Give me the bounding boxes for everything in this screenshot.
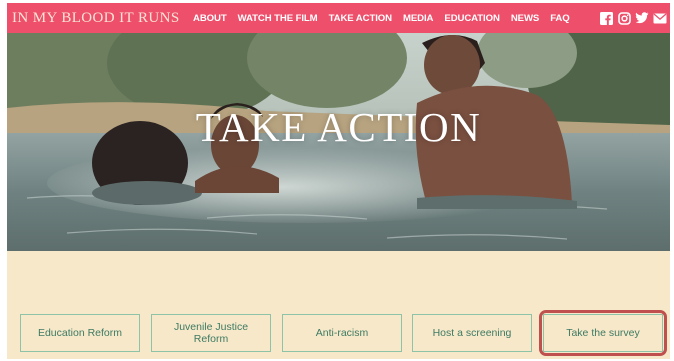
take-the-survey-label: Take the survey (566, 327, 640, 339)
social-links (599, 11, 667, 25)
juvenile-justice-reform-button[interactable]: Juvenile Justice Reform (151, 314, 271, 352)
nav-item-news[interactable]: NEWS (511, 13, 539, 24)
instagram-icon[interactable] (617, 11, 631, 25)
nav-item-education[interactable]: EDUCATION (444, 13, 500, 24)
host-a-screening-label: Host a screening (432, 327, 512, 339)
juvenile-justice-reform-label: Juvenile Justice Reform (173, 321, 249, 345)
nav-item-faq[interactable]: FAQ (550, 13, 570, 24)
twitter-icon[interactable] (635, 11, 649, 25)
nav-item-watch-the-film[interactable]: WATCH THE FILM (238, 13, 318, 24)
anti-racism-button[interactable]: Anti-racism (282, 314, 402, 352)
nav-item-take-action[interactable]: TAKE ACTION (329, 13, 392, 24)
take-the-survey-button[interactable]: Take the survey (543, 314, 663, 352)
nav-item-media[interactable]: MEDIA (403, 13, 434, 24)
main-menu: ABOUT WATCH THE FILM TAKE ACTION MEDIA E… (193, 13, 570, 24)
hero-title: TAKE ACTION (195, 104, 482, 150)
email-icon[interactable] (653, 11, 667, 25)
top-nav: IN MY BLOOD IT RUNS ABOUT WATCH THE FILM… (7, 3, 670, 33)
education-reform-button[interactable]: Education Reform (20, 314, 140, 352)
host-a-screening-button[interactable]: Host a screening (412, 314, 532, 352)
education-reform-label: Education Reform (37, 327, 123, 339)
page: IN MY BLOOD IT RUNS ABOUT WATCH THE FILM… (7, 3, 670, 359)
hero-banner: TAKE ACTION (7, 33, 670, 251)
site-logo[interactable]: IN MY BLOOD IT RUNS (12, 10, 180, 27)
anti-racism-label: Anti-racism (315, 327, 369, 339)
nav-item-about[interactable]: ABOUT (193, 13, 227, 24)
facebook-icon[interactable] (599, 11, 613, 25)
